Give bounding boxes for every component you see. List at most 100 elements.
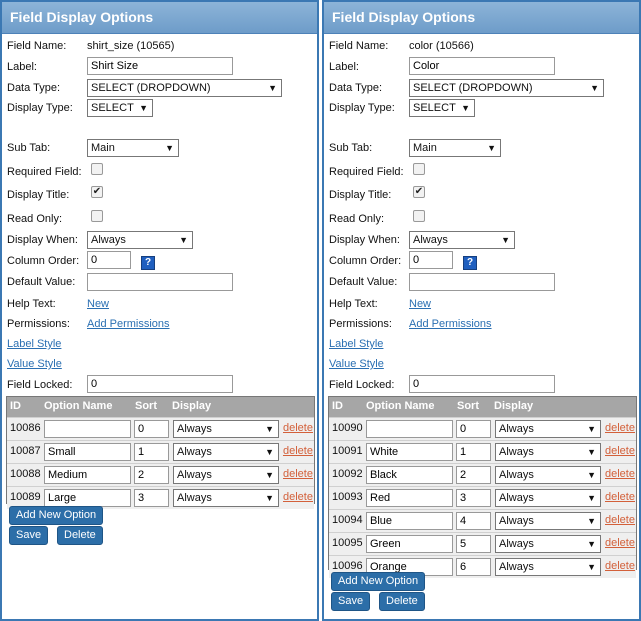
column-order-input[interactable] bbox=[87, 251, 131, 269]
option-delete-link[interactable]: delete bbox=[605, 491, 635, 503]
display-when-value: Always bbox=[91, 234, 126, 246]
col-sort: Sort bbox=[457, 400, 479, 412]
option-id: 10094 bbox=[332, 514, 363, 526]
option-sort-input[interactable] bbox=[456, 443, 491, 461]
required-field-checkbox[interactable] bbox=[91, 163, 103, 175]
option-sort-input[interactable] bbox=[134, 420, 169, 438]
help-icon[interactable]: ? bbox=[141, 256, 155, 270]
help-icon[interactable]: ? bbox=[463, 256, 477, 270]
option-delete-link[interactable]: delete bbox=[283, 422, 313, 434]
display-title-checkbox[interactable]: ✔ bbox=[413, 186, 425, 198]
option-delete-link[interactable]: delete bbox=[283, 445, 313, 457]
option-name-input[interactable] bbox=[366, 420, 453, 438]
display-type-select[interactable]: SELECT ▼ bbox=[87, 99, 153, 117]
option-name-input[interactable] bbox=[366, 466, 453, 484]
option-name-input[interactable] bbox=[366, 512, 453, 530]
permissions-label: Permissions: bbox=[7, 318, 70, 330]
option-sort-input[interactable] bbox=[456, 489, 491, 507]
sub-tab-select[interactable]: Main ▼ bbox=[409, 139, 501, 157]
option-sort-input[interactable] bbox=[456, 558, 491, 576]
default-value-input[interactable] bbox=[409, 273, 555, 291]
option-delete-link[interactable]: delete bbox=[283, 468, 313, 480]
option-sort-input[interactable] bbox=[456, 512, 491, 530]
option-sort-input[interactable] bbox=[456, 535, 491, 553]
chevron-down-icon: ▼ bbox=[461, 103, 470, 113]
option-display-select[interactable]: Always ▼ bbox=[173, 420, 279, 438]
delete-button[interactable]: Delete bbox=[379, 592, 425, 611]
option-id: 10089 bbox=[10, 491, 41, 503]
read-only-checkbox[interactable] bbox=[413, 210, 425, 222]
sub-tab-select[interactable]: Main ▼ bbox=[87, 139, 179, 157]
value-style-link[interactable]: Value Style bbox=[329, 358, 384, 370]
field-locked-input[interactable] bbox=[87, 375, 233, 393]
sub-tab-label: Sub Tab: bbox=[7, 142, 51, 154]
option-display-select[interactable]: Always ▼ bbox=[495, 512, 601, 530]
add-new-option-button[interactable]: Add New Option bbox=[9, 506, 104, 525]
chevron-down-icon: ▼ bbox=[165, 143, 174, 153]
option-display-select[interactable]: Always ▼ bbox=[495, 466, 601, 484]
data-type-select[interactable]: SELECT (DROPDOWN) ▼ bbox=[409, 79, 604, 97]
option-name-input[interactable] bbox=[44, 420, 131, 438]
help-text-new-link[interactable]: New bbox=[409, 298, 431, 310]
option-display-select[interactable]: Always ▼ bbox=[495, 420, 601, 438]
display-when-select[interactable]: Always ▼ bbox=[87, 231, 193, 249]
option-delete-link[interactable]: delete bbox=[283, 491, 313, 503]
table-row: 10087 Always ▼ delete bbox=[7, 440, 314, 463]
display-when-select[interactable]: Always ▼ bbox=[409, 231, 515, 249]
label-label: Label: bbox=[7, 61, 37, 73]
add-permissions-link[interactable]: Add Permissions bbox=[409, 318, 492, 330]
option-display-select[interactable]: Always ▼ bbox=[495, 535, 601, 553]
option-sort-input[interactable] bbox=[456, 420, 491, 438]
label-style-link[interactable]: Label Style bbox=[7, 338, 61, 350]
add-permissions-link[interactable]: Add Permissions bbox=[87, 318, 170, 330]
option-sort-input[interactable] bbox=[134, 443, 169, 461]
col-id: ID bbox=[332, 400, 343, 412]
read-only-checkbox[interactable] bbox=[91, 210, 103, 222]
option-display-select[interactable]: Always ▼ bbox=[495, 443, 601, 461]
field-name-label: Field Name: bbox=[329, 40, 389, 52]
option-name-input[interactable] bbox=[366, 443, 453, 461]
option-sort-input[interactable] bbox=[134, 489, 169, 507]
add-new-option-button[interactable]: Add New Option bbox=[331, 572, 426, 591]
value-style-link[interactable]: Value Style bbox=[7, 358, 62, 370]
col-option-name: Option Name bbox=[366, 400, 435, 412]
display-type-label: Display Type: bbox=[7, 102, 73, 114]
column-order-input[interactable] bbox=[409, 251, 453, 269]
option-delete-link[interactable]: delete bbox=[605, 560, 635, 572]
option-display-select[interactable]: Always ▼ bbox=[495, 489, 601, 507]
option-name-input[interactable] bbox=[44, 443, 131, 461]
option-display-select[interactable]: Always ▼ bbox=[173, 489, 279, 507]
help-text-new-link[interactable]: New bbox=[87, 298, 109, 310]
label-style-link[interactable]: Label Style bbox=[329, 338, 383, 350]
display-title-checkbox[interactable]: ✔ bbox=[91, 186, 103, 198]
option-delete-link[interactable]: delete bbox=[605, 468, 635, 480]
option-display-select[interactable]: Always ▼ bbox=[173, 466, 279, 484]
option-name-input[interactable] bbox=[44, 489, 131, 507]
save-button[interactable]: Save bbox=[331, 592, 371, 611]
data-type-select[interactable]: SELECT (DROPDOWN) ▼ bbox=[87, 79, 282, 97]
read-only-label: Read Only: bbox=[7, 213, 63, 225]
option-name-input[interactable] bbox=[44, 466, 131, 484]
default-value-input[interactable] bbox=[87, 273, 233, 291]
label-input[interactable] bbox=[87, 57, 233, 75]
label-input[interactable] bbox=[409, 57, 555, 75]
required-field-label: Required Field: bbox=[7, 166, 82, 178]
option-delete-link[interactable]: delete bbox=[605, 537, 635, 549]
field-locked-input[interactable] bbox=[409, 375, 555, 393]
save-button[interactable]: Save bbox=[9, 526, 49, 545]
option-delete-link[interactable]: delete bbox=[605, 422, 635, 434]
col-option-name: Option Name bbox=[44, 400, 113, 412]
option-delete-link[interactable]: delete bbox=[605, 445, 635, 457]
table-row: 10093 Always ▼ delete bbox=[329, 486, 636, 509]
delete-button[interactable]: Delete bbox=[57, 526, 103, 545]
col-id: ID bbox=[10, 400, 21, 412]
option-display-select[interactable]: Always ▼ bbox=[495, 558, 601, 576]
required-field-checkbox[interactable] bbox=[413, 163, 425, 175]
option-name-input[interactable] bbox=[366, 489, 453, 507]
option-sort-input[interactable] bbox=[134, 466, 169, 484]
option-sort-input[interactable] bbox=[456, 466, 491, 484]
display-type-select[interactable]: SELECT ▼ bbox=[409, 99, 475, 117]
option-delete-link[interactable]: delete bbox=[605, 514, 635, 526]
option-display-select[interactable]: Always ▼ bbox=[173, 443, 279, 461]
option-name-input[interactable] bbox=[366, 535, 453, 553]
